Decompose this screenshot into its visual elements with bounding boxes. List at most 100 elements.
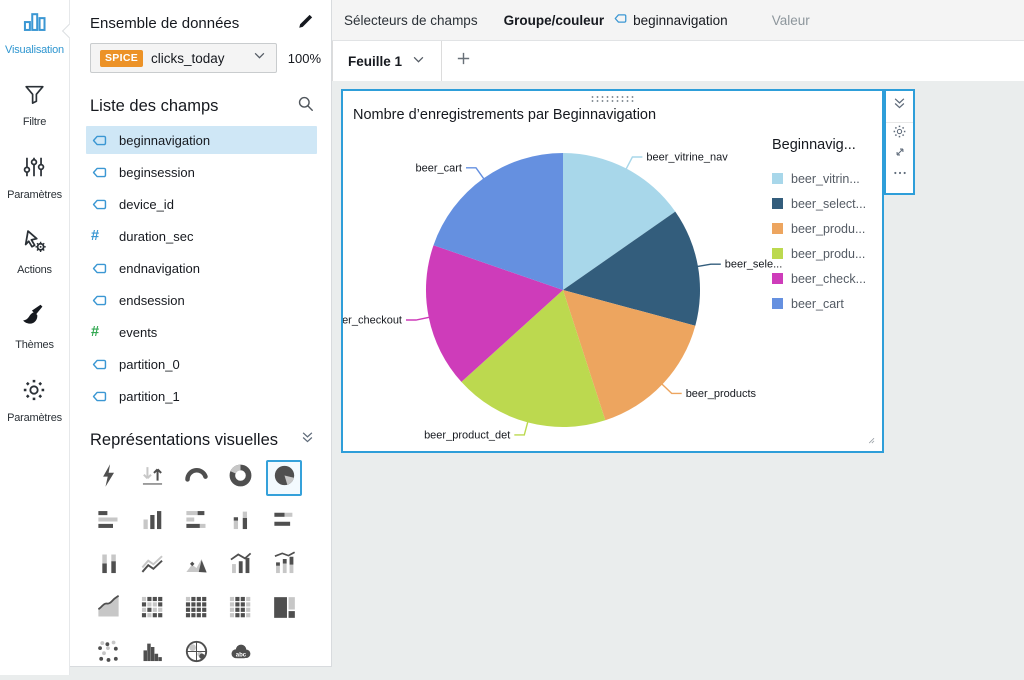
visual-type-vbar-stacked[interactable]: [222, 504, 258, 540]
field-list-item[interactable]: # duration_sec: [86, 222, 317, 250]
visual-type-vbar[interactable]: [134, 504, 170, 540]
visual-type-pie[interactable]: [266, 460, 302, 496]
legend-item[interactable]: beer_cart: [772, 291, 874, 316]
scatter-chart-icon: [95, 638, 122, 670]
pie-chart-visual[interactable]: Nombre d’enregistrements par Beginnaviga…: [341, 89, 884, 453]
collapse-button[interactable]: [886, 96, 913, 123]
legend-swatch: [772, 173, 783, 184]
visual-type-scatter[interactable]: [90, 636, 126, 672]
resize-handle[interactable]: [867, 436, 880, 449]
combo-bar-line-chart-icon: [227, 550, 254, 582]
dataset-select[interactable]: SPICE clicks_today: [90, 43, 277, 73]
gear-button[interactable]: [886, 124, 913, 144]
string-field-icon: [91, 293, 110, 308]
visual-type-area[interactable]: [90, 592, 126, 628]
field-wells-title: Sélecteurs de champs: [344, 12, 478, 28]
visual-type-histogram[interactable]: [134, 636, 170, 672]
field-list-item[interactable]: partition_0: [86, 350, 317, 378]
rail-item-funnel[interactable]: Filtre: [22, 82, 47, 128]
hbar-stacked-chart-icon: [183, 506, 210, 538]
field-list-item[interactable]: beginnavigation: [86, 126, 317, 154]
visual-type-hbar2[interactable]: [266, 504, 302, 540]
visual-type-kpi[interactable]: [134, 460, 170, 496]
sheet-tab[interactable]: Feuille 1: [332, 41, 443, 81]
field-list-item[interactable]: partition_1: [86, 382, 317, 410]
rail-item-sliders[interactable]: Paramètres: [7, 154, 62, 201]
visual-type-line[interactable]: [134, 548, 170, 584]
callout-line: [696, 263, 721, 268]
double-chevron-down-icon: [300, 430, 315, 450]
pie-callout-label: er_checkout: [343, 315, 402, 327]
pie-chart-icon: [271, 462, 298, 494]
legend-item[interactable]: beer_select...: [772, 191, 874, 216]
rail-item-bar-chart[interactable]: Visualisation: [5, 8, 64, 56]
pie-callout-label: beer_products: [686, 388, 757, 400]
visual-type-map[interactable]: [178, 636, 214, 672]
data-panel: Ensemble de données SPICE clicks_today 1…: [70, 0, 332, 667]
rail-item-brush[interactable]: Thèmes: [15, 302, 54, 351]
waterfall-chart-icon: [95, 550, 122, 582]
legend-swatch: [772, 273, 783, 284]
callout-line: [625, 156, 643, 170]
visual-type-waterfall[interactable]: [90, 548, 126, 584]
left-rail: Visualisation Filtre Paramètres Actions Thèm…: [0, 0, 77, 675]
pie-callout-label: beer_cart: [416, 162, 462, 174]
pie-callout-label: beer_product_det: [424, 429, 510, 441]
field-list-item[interactable]: # events: [86, 318, 317, 346]
visual-type-flash[interactable]: [90, 460, 126, 496]
sheet-canvas: Nombre d’enregistrements par Beginnaviga…: [332, 81, 1024, 675]
visual-type-word-cloud[interactable]: abc: [222, 636, 258, 672]
group-color-field-pill[interactable]: beginnavigation: [613, 12, 728, 28]
rail-item-cursor-gear[interactable]: Actions: [17, 227, 52, 276]
visual-type-hbar[interactable]: [90, 504, 126, 540]
visual-type-gauge[interactable]: [178, 460, 214, 496]
spice-badge: SPICE: [100, 49, 144, 67]
field-list-item[interactable]: device_id: [86, 190, 317, 218]
rail-item-gear[interactable]: Paramètres: [7, 377, 62, 424]
string-field-icon: [613, 12, 628, 28]
gear-icon: [892, 124, 907, 144]
table-chart-icon: [227, 594, 254, 626]
dataset-name: clicks_today: [151, 50, 225, 66]
search-fields-button[interactable]: [296, 94, 315, 118]
legend-item[interactable]: beer_produ...: [772, 241, 874, 266]
legend-swatch: [772, 223, 783, 234]
hbar-chart-icon: [95, 506, 122, 538]
collapse-visuals-button[interactable]: [300, 430, 315, 450]
legend-title: Beginnavig...: [772, 137, 856, 153]
callout-line: [406, 316, 430, 321]
visual-type-hbar-stacked[interactable]: [178, 504, 214, 540]
visual-type-pivot-table[interactable]: [178, 592, 214, 628]
visual-type-table[interactable]: [222, 592, 258, 628]
field-list-item[interactable]: endsession: [86, 286, 317, 314]
field-wells-bar: Sélecteurs de champs Groupe/couleur begi…: [332, 0, 1024, 41]
histogram-chart-icon: [139, 638, 166, 670]
field-list-item[interactable]: endnavigation: [86, 254, 317, 282]
field-list-item[interactable]: beginsession: [86, 158, 317, 186]
gear-icon: [21, 377, 47, 408]
sheet-tabs-bar: Feuille 1: [332, 41, 1024, 81]
legend-item[interactable]: beer_check...: [772, 266, 874, 291]
string-field-icon: [91, 165, 110, 180]
fields-list: beginnavigation beginsession device_id # dur…: [70, 122, 331, 414]
spice-capacity: 100%: [287, 50, 321, 66]
visual-type-combo-stacked-line[interactable]: [266, 548, 302, 584]
legend-item[interactable]: beer_produ...: [772, 216, 874, 241]
menu-button[interactable]: [886, 165, 913, 186]
gauge-chart-icon: [183, 462, 210, 494]
visual-type-treemap[interactable]: [266, 592, 302, 628]
sliders-icon: [21, 154, 47, 185]
value-well[interactable]: Valeur: [772, 13, 810, 28]
pencil-icon: [297, 12, 315, 35]
visual-type-heatmap[interactable]: [134, 592, 170, 628]
edit-dataset-button[interactable]: [297, 12, 315, 35]
visual-type-combo-bar-line[interactable]: [222, 548, 258, 584]
legend-item[interactable]: beer_vitrin...: [772, 166, 874, 191]
expand-button[interactable]: [886, 145, 913, 164]
svg-text:abc: abc: [235, 653, 246, 659]
treemap-chart-icon: [271, 594, 298, 626]
add-sheet-button[interactable]: [442, 41, 485, 81]
visual-type-area-peak[interactable]: [178, 548, 214, 584]
visual-type-donut[interactable]: [222, 460, 258, 496]
combo-stacked-line-chart-icon: [271, 550, 298, 582]
